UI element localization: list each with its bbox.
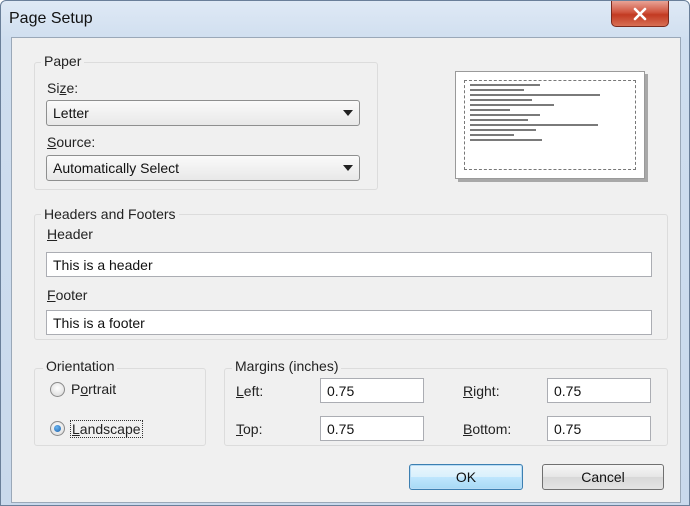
title-bar[interactable]: Page Setup <box>1 1 689 37</box>
portrait-radio[interactable] <box>50 382 65 397</box>
preview-text-lines <box>470 84 600 144</box>
portrait-label[interactable]: Portrait <box>71 381 116 397</box>
left-margin-input[interactable]: 0.75 <box>320 378 424 403</box>
footer-input[interactable]: This is a footer <box>46 310 652 335</box>
footer-input-value: This is a footer <box>53 315 145 331</box>
margins-group-label: Margins (inches) <box>232 358 342 374</box>
chevron-down-icon <box>343 165 353 171</box>
landscape-label[interactable]: Landscape <box>70 420 143 438</box>
header-input-value: This is a header <box>53 257 153 273</box>
right-margin-value: 0.75 <box>554 383 582 399</box>
page-setup-dialog: Page Setup Paper Size: Letter Source: Au… <box>0 0 690 506</box>
size-select-value: Letter <box>53 105 89 121</box>
close-button[interactable] <box>611 1 669 27</box>
bottom-margin-input[interactable]: 0.75 <box>547 416 651 441</box>
source-label: Source: <box>47 134 96 150</box>
footer-label: Footer <box>47 287 88 303</box>
dialog-title: Page Setup <box>9 10 93 27</box>
orientation-group-label: Orientation <box>43 358 118 374</box>
header-input[interactable]: This is a header <box>46 252 652 277</box>
headers-footers-group-label: Headers and Footers <box>41 206 179 222</box>
size-label: Size: <box>47 80 79 96</box>
cancel-button[interactable]: Cancel <box>542 464 664 490</box>
left-margin-label: Left: <box>236 383 264 399</box>
size-select[interactable]: Letter <box>46 100 360 126</box>
right-margin-input[interactable]: 0.75 <box>547 378 651 403</box>
radio-selected-dot <box>54 425 61 432</box>
top-margin-label: Top: <box>236 421 263 437</box>
right-margin-label: Right: <box>463 383 500 399</box>
ok-button[interactable]: OK <box>409 464 523 490</box>
top-margin-input[interactable]: 0.75 <box>320 416 424 441</box>
bottom-margin-label: Bottom: <box>463 421 512 437</box>
landscape-radio[interactable] <box>50 421 65 436</box>
paper-group-label: Paper <box>41 53 85 69</box>
page-preview <box>455 71 645 179</box>
source-select[interactable]: Automatically Select <box>46 155 360 181</box>
bottom-margin-value: 0.75 <box>554 421 582 437</box>
dialog-client-area: Paper Size: Letter Source: Automatically… <box>11 37 681 503</box>
left-margin-value: 0.75 <box>327 383 355 399</box>
close-icon <box>633 7 647 20</box>
header-label: Header <box>47 226 93 242</box>
source-select-value: Automatically Select <box>53 160 180 176</box>
top-margin-value: 0.75 <box>327 421 355 437</box>
chevron-down-icon <box>343 110 353 116</box>
